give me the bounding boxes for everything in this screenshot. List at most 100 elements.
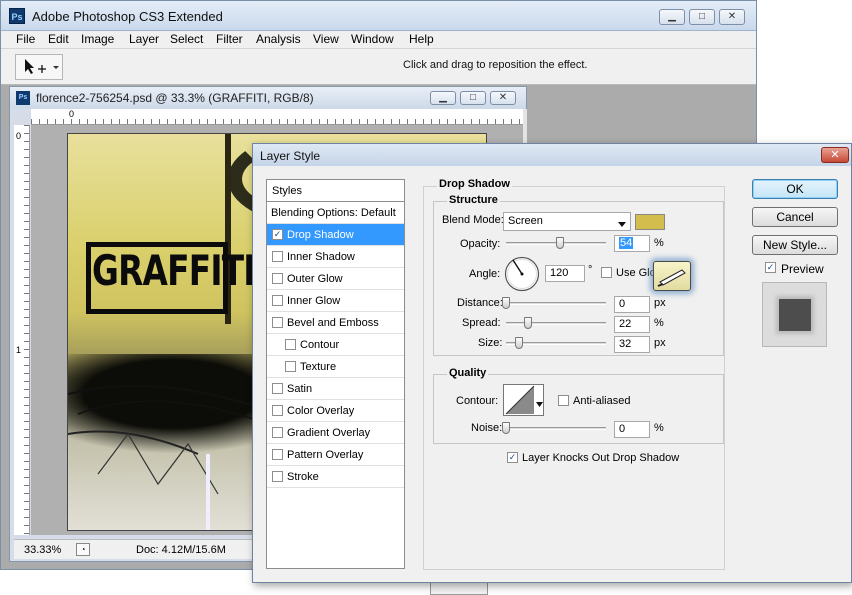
document-titlebar[interactable]: Ps florence2-756254.psd @ 33.3% (GRAFFIT… <box>10 87 526 109</box>
angle-dial[interactable] <box>504 256 540 292</box>
anti-aliased-checkbox[interactable] <box>558 395 569 406</box>
style-item-label: Color Overlay <box>287 405 355 417</box>
doc-maximize-button[interactable]: □ <box>460 91 486 105</box>
style-item-label: Satin <box>287 383 313 395</box>
angle-input[interactable]: 120 <box>545 265 585 282</box>
style-item[interactable]: Pattern Overlay <box>267 444 404 466</box>
distance-slider-track[interactable] <box>506 302 606 305</box>
menu-window[interactable]: Window <box>351 32 394 46</box>
style-item[interactable]: Satin <box>267 378 404 400</box>
preview-checkbox[interactable]: ✓ <box>765 262 776 273</box>
style-item-checkbox[interactable] <box>272 471 283 482</box>
style-item-label: Blending Options: Default <box>271 207 396 219</box>
style-item-checkbox[interactable] <box>285 361 296 372</box>
style-item[interactable]: Inner Glow <box>267 290 404 312</box>
noise-slider-thumb[interactable] <box>502 422 510 434</box>
new-style-button[interactable]: New Style... <box>752 235 838 255</box>
menu-edit[interactable]: Edit <box>48 32 69 46</box>
style-item[interactable]: ✓ Drop Shadow <box>267 224 404 246</box>
size-input[interactable]: 32 <box>614 336 650 353</box>
spread-input[interactable]: 22 <box>614 316 650 333</box>
style-item[interactable]: Inner Shadow <box>267 246 404 268</box>
maximize-button[interactable]: □ <box>689 9 715 25</box>
close-window-button[interactable]: ✕ <box>719 9 745 25</box>
menu-image[interactable]: Image <box>81 32 114 46</box>
menu-filter[interactable]: Filter <box>216 32 243 46</box>
style-item-checkbox[interactable]: ✓ <box>272 229 283 240</box>
spread-label: Spread: <box>462 317 501 329</box>
menu-layer[interactable]: Layer <box>129 32 159 46</box>
size-slider-thumb[interactable] <box>515 337 523 349</box>
style-item-checkbox[interactable] <box>272 273 283 284</box>
spread-slider-thumb[interactable] <box>524 317 532 329</box>
menu-view[interactable]: View <box>313 32 339 46</box>
style-item[interactable]: Stroke <box>267 466 404 488</box>
dialog-close-button[interactable]: ✕ <box>821 147 849 163</box>
style-item[interactable]: Color Overlay <box>267 400 404 422</box>
styles-header[interactable]: Styles <box>267 180 404 202</box>
style-item[interactable]: Gradient Overlay <box>267 422 404 444</box>
style-item[interactable]: Texture <box>267 356 404 378</box>
style-item-label: Texture <box>300 361 337 373</box>
style-item-checkbox[interactable] <box>272 317 283 328</box>
zoom-level-field[interactable]: 33.33% <box>24 544 61 556</box>
noise-value: 0 <box>619 423 626 435</box>
menu-help[interactable]: Help <box>409 32 434 46</box>
size-unit: px <box>654 337 666 349</box>
distance-slider-thumb[interactable] <box>502 297 510 309</box>
style-item-checkbox[interactable] <box>272 449 283 460</box>
menu-analysis[interactable]: Analysis <box>256 32 301 46</box>
ruler-label-zero: 0 <box>69 109 75 119</box>
cancel-button[interactable]: Cancel <box>752 207 838 227</box>
document-size-info[interactable]: Doc: 4.12M/15.6M <box>136 544 226 556</box>
opacity-unit: % <box>654 237 664 249</box>
doc-minimize-button[interactable]: ▁ <box>430 91 456 105</box>
style-item-checkbox[interactable] <box>285 339 296 350</box>
doc-close-button[interactable]: ✕ <box>490 91 516 105</box>
style-item-checkbox[interactable] <box>272 383 283 394</box>
options-bar: Click and drag to reposition the effect. <box>1 49 756 85</box>
style-item-label: Outer Glow <box>287 273 343 285</box>
spread-value: 22 <box>619 318 632 330</box>
document-icon: Ps <box>16 91 30 105</box>
style-item[interactable]: Bevel and Emboss <box>267 312 404 334</box>
style-item[interactable]: Outer Glow <box>267 268 404 290</box>
anti-aliased-label: Anti-aliased <box>573 395 631 407</box>
minimize-button[interactable]: ▁ <box>659 9 685 25</box>
menu-select[interactable]: Select <box>170 32 203 46</box>
style-item-label: Inner Glow <box>287 295 341 307</box>
horizontal-ruler[interactable]: 0 <box>31 109 523 125</box>
spread-slider-track[interactable] <box>506 322 606 325</box>
style-item-checkbox[interactable] <box>272 251 283 262</box>
style-item-label: Contour <box>300 339 340 351</box>
dialog-titlebar[interactable]: Layer Style ✕ <box>253 144 851 166</box>
distance-input[interactable]: 0 <box>614 296 650 313</box>
style-item-checkbox[interactable] <box>272 427 283 438</box>
tool-preset-picker[interactable] <box>15 54 63 80</box>
style-item-checkbox[interactable] <box>272 405 283 416</box>
knockout-checkbox[interactable]: ✓ <box>507 452 518 463</box>
opacity-label: Opacity: <box>460 238 501 250</box>
opacity-slider-thumb[interactable] <box>556 237 564 249</box>
contour-picker[interactable] <box>503 384 544 416</box>
noise-input[interactable]: 0 <box>614 421 650 438</box>
status-menu-icon[interactable]: ◔ <box>76 543 90 556</box>
app-title: Adobe Photoshop CS3 Extended <box>32 9 223 24</box>
opacity-input[interactable]: 54 <box>614 235 650 252</box>
style-item-label: Stroke <box>287 471 319 483</box>
style-item-checkbox[interactable] <box>272 295 283 306</box>
shadow-color-swatch[interactable] <box>635 214 665 230</box>
style-item[interactable]: Contour <box>267 334 404 356</box>
vertical-ruler[interactable]: 0 1 <box>14 125 30 535</box>
ok-button[interactable]: OK <box>752 179 838 199</box>
noise-slider-track[interactable] <box>506 427 606 430</box>
dialog-title: Layer Style <box>260 149 321 163</box>
use-global-light-checkbox[interactable] <box>601 267 612 278</box>
blend-mode-select[interactable]: Screen <box>503 212 631 231</box>
close-icon: ✕ <box>498 92 508 103</box>
graffiti-text: GRAFFITI <box>92 246 255 295</box>
styles-header-label: Styles <box>272 185 302 197</box>
menu-file[interactable]: File <box>16 32 35 46</box>
style-item-label: Bevel and Emboss <box>287 317 379 329</box>
style-item[interactable]: Blending Options: Default <box>267 202 404 224</box>
